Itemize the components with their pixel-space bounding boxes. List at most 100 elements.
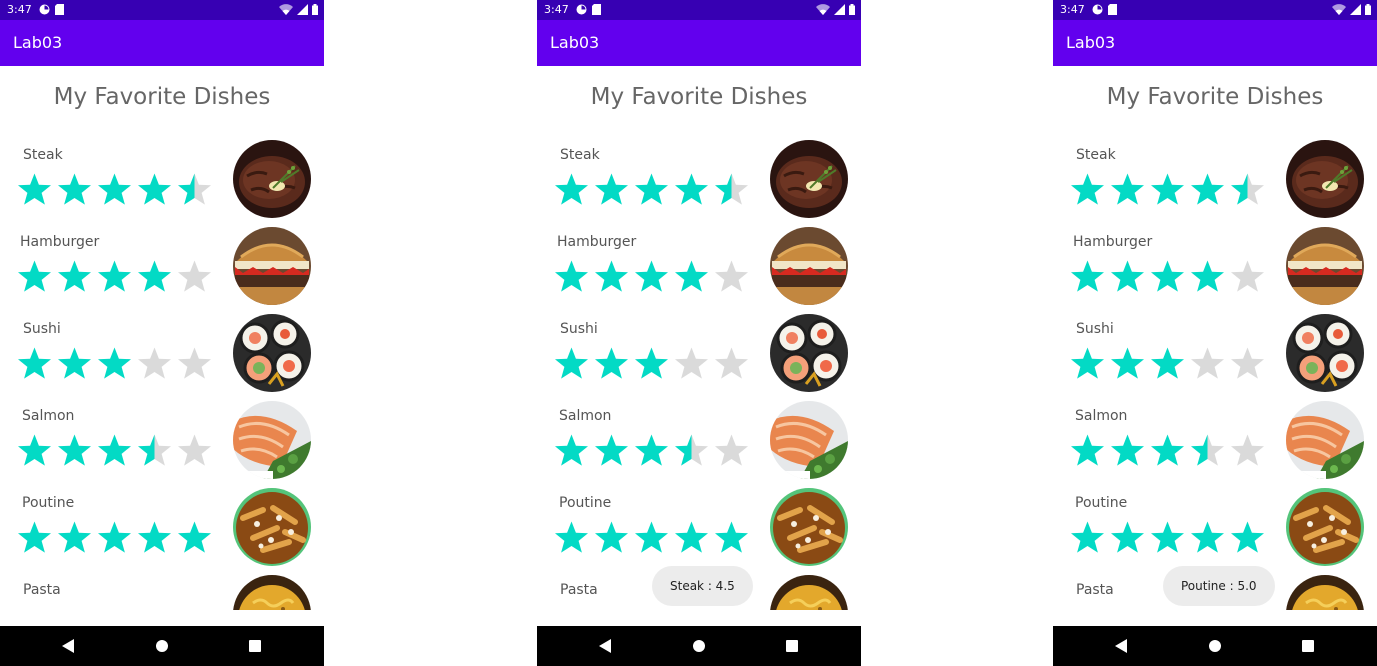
rating-bar[interactable]	[16, 433, 213, 470]
content-area[interactable]: My Favorite Dishes Steak Hamburger Sushi Sa…	[1053, 66, 1377, 610]
back-icon[interactable]	[62, 639, 74, 653]
star-icon[interactable]	[1149, 433, 1186, 470]
star-icon[interactable]	[1069, 346, 1106, 383]
star-icon[interactable]	[16, 259, 53, 296]
star-icon[interactable]	[1189, 172, 1226, 209]
star-icon[interactable]	[176, 172, 213, 209]
star-icon[interactable]	[633, 346, 670, 383]
star-icon[interactable]	[593, 172, 630, 209]
star-icon[interactable]	[1109, 433, 1146, 470]
star-icon[interactable]	[56, 172, 93, 209]
star-icon[interactable]	[136, 433, 173, 470]
star-icon[interactable]	[136, 172, 173, 209]
star-icon[interactable]	[56, 520, 93, 557]
star-icon[interactable]	[553, 520, 590, 557]
star-icon[interactable]	[1189, 346, 1226, 383]
rating-bar[interactable]	[1069, 433, 1266, 470]
star-icon[interactable]	[1149, 172, 1186, 209]
star-icon[interactable]	[96, 259, 133, 296]
recents-icon[interactable]	[1302, 640, 1314, 652]
star-icon[interactable]	[96, 520, 133, 557]
back-icon[interactable]	[1115, 639, 1127, 653]
star-icon[interactable]	[56, 259, 93, 296]
star-icon[interactable]	[1149, 259, 1186, 296]
star-icon[interactable]	[1109, 520, 1146, 557]
star-icon[interactable]	[633, 520, 670, 557]
recents-icon[interactable]	[786, 640, 798, 652]
star-icon[interactable]	[673, 433, 710, 470]
star-icon[interactable]	[16, 346, 53, 383]
rating-bar[interactable]	[16, 172, 213, 209]
star-icon[interactable]	[553, 346, 590, 383]
star-icon[interactable]	[713, 433, 750, 470]
star-icon[interactable]	[176, 259, 213, 296]
star-icon[interactable]	[1109, 172, 1146, 209]
back-icon[interactable]	[599, 639, 611, 653]
rating-bar[interactable]	[16, 346, 213, 383]
rating-bar[interactable]	[1069, 346, 1266, 383]
star-icon[interactable]	[593, 520, 630, 557]
content-area[interactable]: My Favorite Dishes Steak Hamburger Sushi Sa…	[537, 66, 861, 610]
star-icon[interactable]	[553, 259, 590, 296]
star-icon[interactable]	[16, 520, 53, 557]
star-icon[interactable]	[553, 172, 590, 209]
star-icon[interactable]	[593, 433, 630, 470]
rating-bar[interactable]	[553, 433, 750, 470]
rating-bar[interactable]	[553, 259, 750, 296]
star-icon[interactable]	[1229, 346, 1266, 383]
home-icon[interactable]	[156, 640, 168, 652]
star-icon[interactable]	[96, 433, 133, 470]
star-icon[interactable]	[1229, 433, 1266, 470]
star-icon[interactable]	[176, 346, 213, 383]
star-icon[interactable]	[673, 172, 710, 209]
star-icon[interactable]	[673, 259, 710, 296]
star-icon[interactable]	[176, 433, 213, 470]
star-icon[interactable]	[593, 346, 630, 383]
star-icon[interactable]	[96, 346, 133, 383]
rating-bar[interactable]	[16, 520, 213, 557]
rating-bar[interactable]	[553, 346, 750, 383]
star-icon[interactable]	[1109, 259, 1146, 296]
star-icon[interactable]	[16, 433, 53, 470]
star-icon[interactable]	[1149, 346, 1186, 383]
star-icon[interactable]	[713, 346, 750, 383]
star-icon[interactable]	[1229, 172, 1266, 209]
star-icon[interactable]	[673, 520, 710, 557]
star-icon[interactable]	[176, 520, 213, 557]
star-icon[interactable]	[1069, 172, 1106, 209]
star-icon[interactable]	[1189, 520, 1226, 557]
star-icon[interactable]	[1229, 259, 1266, 296]
star-icon[interactable]	[1149, 520, 1186, 557]
star-icon[interactable]	[136, 346, 173, 383]
star-icon[interactable]	[713, 172, 750, 209]
star-icon[interactable]	[1109, 346, 1146, 383]
star-icon[interactable]	[593, 259, 630, 296]
content-area[interactable]: My Favorite Dishes Steak Hamburger Sushi Sa…	[0, 66, 324, 610]
rating-bar[interactable]	[1069, 172, 1266, 209]
star-icon[interactable]	[16, 172, 53, 209]
recents-icon[interactable]	[249, 640, 261, 652]
home-icon[interactable]	[1209, 640, 1221, 652]
star-icon[interactable]	[1189, 433, 1226, 470]
star-icon[interactable]	[56, 346, 93, 383]
star-icon[interactable]	[1069, 520, 1106, 557]
star-icon[interactable]	[56, 433, 93, 470]
rating-bar[interactable]	[1069, 259, 1266, 296]
star-icon[interactable]	[1229, 520, 1266, 557]
star-icon[interactable]	[713, 259, 750, 296]
home-icon[interactable]	[693, 640, 705, 652]
star-icon[interactable]	[136, 520, 173, 557]
star-icon[interactable]	[713, 520, 750, 557]
star-icon[interactable]	[673, 346, 710, 383]
star-icon[interactable]	[633, 433, 670, 470]
star-icon[interactable]	[1189, 259, 1226, 296]
star-icon[interactable]	[633, 259, 670, 296]
rating-bar[interactable]	[1069, 520, 1266, 557]
rating-bar[interactable]	[553, 520, 750, 557]
rating-bar[interactable]	[553, 172, 750, 209]
rating-bar[interactable]	[16, 259, 213, 296]
star-icon[interactable]	[633, 172, 670, 209]
star-icon[interactable]	[1069, 433, 1106, 470]
star-icon[interactable]	[96, 172, 133, 209]
star-icon[interactable]	[136, 259, 173, 296]
